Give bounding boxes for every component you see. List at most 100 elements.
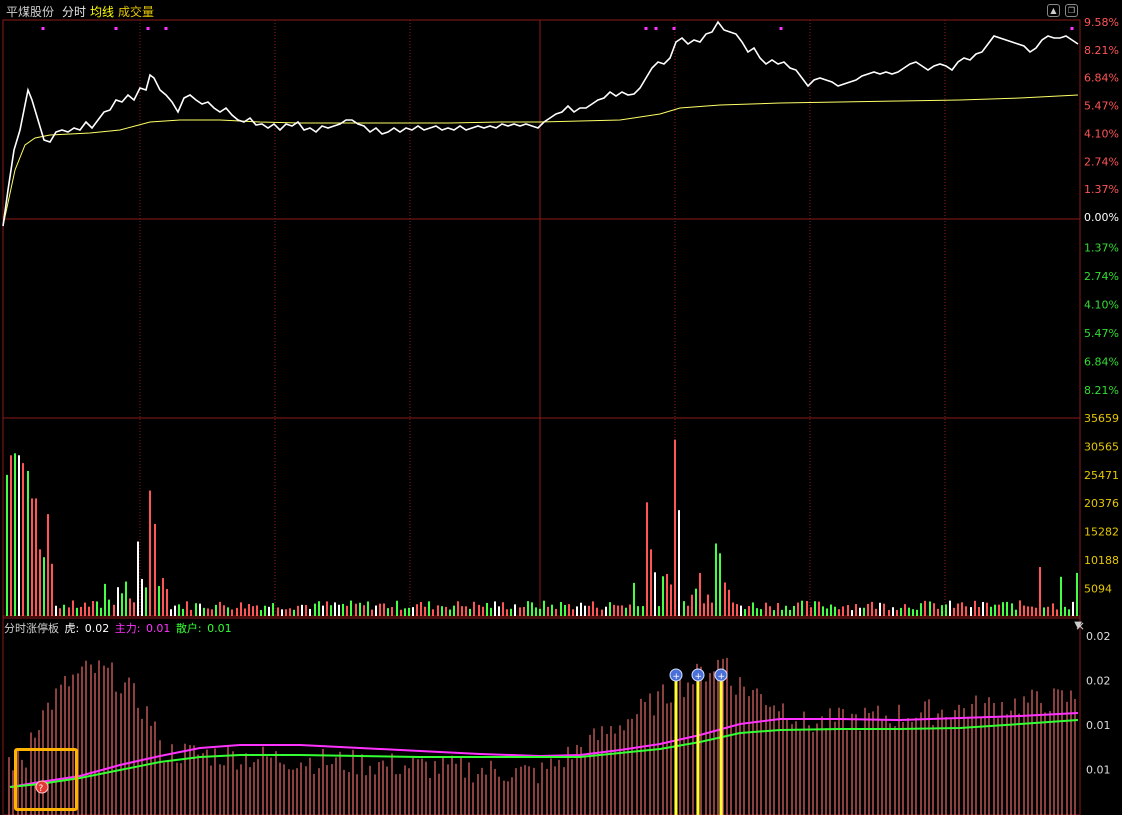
- price-axis-label: 4.10%: [1084, 127, 1119, 140]
- volume-bar: [847, 605, 849, 616]
- volume-bar: [781, 609, 783, 616]
- volume-bar: [990, 606, 992, 616]
- volume-bar: [256, 605, 258, 616]
- signal-marker: [779, 27, 783, 30]
- volume-axis-label: 10188: [1084, 554, 1119, 567]
- volume-bar: [588, 605, 590, 616]
- volume-bar: [584, 605, 586, 616]
- sanhu-label: 散户:: [175, 622, 202, 635]
- volume-bar: [674, 439, 676, 616]
- volume-bar: [740, 605, 742, 616]
- volume-bar: [133, 602, 135, 616]
- volume-bar: [683, 601, 685, 616]
- signal-marker: [164, 27, 168, 30]
- volume-bar: [149, 490, 151, 616]
- volume-bar: [1027, 606, 1029, 616]
- volume-bar: [68, 607, 70, 616]
- volume-bar: [601, 609, 603, 616]
- volume-bar: [174, 605, 176, 616]
- volume-bar: [379, 603, 381, 616]
- volume-bar: [633, 582, 635, 616]
- volume-bar: [523, 606, 525, 616]
- volume-bar: [18, 455, 20, 616]
- volume-bar: [141, 578, 143, 616]
- volume-bar: [457, 601, 459, 616]
- volume-bar: [215, 604, 217, 616]
- indicator-name[interactable]: 分时涨停板: [4, 622, 59, 635]
- volume-bar: [441, 606, 443, 616]
- volume-bar: [338, 604, 340, 616]
- volume-bar: [724, 582, 726, 616]
- volume-bar: [670, 584, 672, 616]
- volume-bar: [818, 601, 820, 616]
- volume-bar: [531, 602, 533, 616]
- volume-bar: [904, 604, 906, 616]
- volume-axis-label: 20376: [1084, 497, 1119, 510]
- volume-bar: [703, 603, 705, 616]
- volume-bar: [108, 599, 110, 616]
- signal-badge-glyph: +: [718, 672, 726, 682]
- volume-bar: [449, 609, 451, 616]
- volume-bar: [207, 608, 209, 616]
- volume-bar: [535, 607, 537, 616]
- volume-bar: [190, 609, 192, 616]
- volume-bar: [355, 603, 357, 616]
- volume-bar: [822, 606, 824, 616]
- volume-bar: [912, 609, 914, 616]
- price-axis-label: 6.84%: [1084, 72, 1119, 85]
- volume-bar: [408, 607, 410, 616]
- volume-bar: [453, 605, 455, 616]
- volume-bar: [252, 606, 254, 616]
- volume-bar: [367, 601, 369, 616]
- signal-column: [719, 675, 723, 815]
- volume-bar: [264, 605, 266, 616]
- signal-marker: [644, 27, 648, 30]
- volume-bar: [510, 608, 512, 616]
- volume-bar: [625, 607, 627, 616]
- volume-bar: [162, 578, 164, 616]
- sanhu-value: 0.01: [207, 622, 232, 635]
- volume-bar: [691, 594, 693, 616]
- volume-bar: [359, 602, 361, 616]
- volume-bar: [773, 610, 775, 616]
- volume-bar: [1006, 601, 1008, 616]
- signal-marker: [654, 27, 658, 30]
- volume-bar: [96, 601, 98, 616]
- price-axis-label: 1.37%: [1084, 183, 1119, 196]
- volume-bar: [412, 607, 414, 616]
- volume-bar: [326, 601, 328, 616]
- volume-bar: [301, 604, 303, 616]
- volume-bar: [957, 603, 959, 616]
- volume-bar: [687, 605, 689, 616]
- volume-bar: [965, 606, 967, 616]
- volume-bar: [424, 606, 426, 616]
- volume-bar: [888, 609, 890, 616]
- price-axis-label: 0.00%: [1084, 211, 1119, 224]
- volume-bar: [572, 609, 574, 616]
- indicator-axis-label: 0.01: [1086, 719, 1111, 732]
- close-icon[interactable]: ×: [1074, 619, 1086, 633]
- volume-bar: [814, 601, 816, 616]
- volume-bar: [834, 606, 836, 616]
- volume-bar: [695, 588, 697, 616]
- volume-bar: [80, 606, 82, 616]
- volume-bar: [994, 604, 996, 616]
- volume-bar: [6, 474, 8, 616]
- price-axis-label: 9.58%: [1084, 16, 1119, 29]
- volume-bar: [855, 604, 857, 616]
- price-axis-label: 5.47%: [1084, 100, 1119, 113]
- volume-bar: [199, 603, 201, 616]
- volume-bar: [806, 601, 808, 616]
- volume-bar: [182, 608, 184, 616]
- volume-bar: [22, 463, 24, 616]
- volume-bar: [1039, 567, 1041, 616]
- volume-bar: [236, 607, 238, 616]
- volume-bar: [334, 602, 336, 616]
- volume-bar: [186, 601, 188, 616]
- volume-bar: [420, 601, 422, 616]
- volume-bar: [711, 602, 713, 616]
- volume-bar: [383, 603, 385, 616]
- volume-bar: [719, 553, 721, 616]
- volume-bar: [777, 603, 779, 616]
- volume-bar: [760, 609, 762, 616]
